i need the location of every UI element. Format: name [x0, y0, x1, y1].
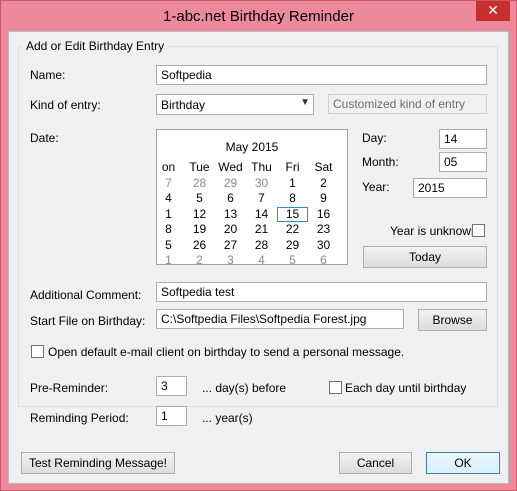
- calendar-day[interactable]: 5: [184, 191, 215, 207]
- calendar-day[interactable]: 4: [157, 191, 184, 207]
- year-unknown-checkbox[interactable]: [472, 224, 485, 237]
- pre-reminder-label: Pre-Reminder:: [30, 381, 109, 395]
- month-label: Month:: [362, 155, 399, 169]
- calendar-day[interactable]: 22: [277, 222, 308, 238]
- close-button[interactable]: ✕: [476, 1, 510, 21]
- app-window: 1-abc.net Birthday Reminder ✕ Add or Edi…: [0, 0, 517, 491]
- weekday-label: Wed: [218, 160, 243, 174]
- calendar-week: 8 19 20 21 22 23 24: [157, 222, 347, 238]
- calendar-day[interactable]: 7: [339, 253, 347, 264]
- pre-reminder-input[interactable]: 3: [156, 376, 187, 396]
- calendar-week: 7 28 29 30 1 2 3: [157, 176, 347, 192]
- comment-input[interactable]: Softpedia test: [156, 282, 487, 302]
- calendar-day[interactable]: 29: [277, 238, 308, 254]
- year-label: Year:: [362, 180, 390, 194]
- name-label: Name:: [30, 68, 66, 82]
- calendar-month-title[interactable]: May 2015: [157, 140, 347, 154]
- calendar-day[interactable]: 10: [339, 191, 347, 207]
- calendar-week: 1 12 13 14 15 16 17: [157, 206, 347, 223]
- period-input[interactable]: 1: [156, 406, 187, 426]
- weekday-label: Tue: [189, 160, 210, 174]
- period-label: Reminding Period:: [30, 411, 129, 425]
- calendar-day[interactable]: 19: [184, 222, 215, 238]
- kind-value: Birthday: [161, 98, 206, 112]
- calendar-day[interactable]: 4: [246, 253, 277, 264]
- calendar-day[interactable]: 3: [215, 253, 246, 264]
- start-file-input[interactable]: C:\Softpedia Files\Softpedia Forest.jpg: [156, 309, 404, 329]
- calendar-day[interactable]: 1: [277, 176, 308, 192]
- calendar-day[interactable]: 5: [157, 238, 184, 254]
- calendar-day-selected[interactable]: 14: [246, 207, 277, 223]
- start-file-label: Start File on Birthday:: [30, 314, 146, 328]
- weekday-label: on: [161, 160, 176, 174]
- month-input[interactable]: 05: [439, 152, 487, 172]
- calendar-day[interactable]: 30: [308, 238, 339, 254]
- calendar-day[interactable]: 17: [339, 207, 347, 223]
- window-title: 1-abc.net Birthday Reminder: [163, 8, 354, 25]
- calendar-week: 5 26 27 28 29 30 31: [157, 238, 347, 254]
- weekday-label: Su: [339, 160, 347, 176]
- calendar-day[interactable]: 6: [308, 253, 339, 264]
- test-reminder-button[interactable]: Test Reminding Message!: [21, 452, 175, 474]
- kind-label: Kind of entry:: [30, 98, 101, 112]
- calendar-day[interactable]: 28: [246, 238, 277, 254]
- calendar-day[interactable]: 2: [184, 253, 215, 264]
- day-label: Day:: [362, 131, 387, 145]
- calendar-day[interactable]: 6: [215, 191, 246, 207]
- calendar-day[interactable]: 31: [339, 238, 347, 254]
- calendar-day[interactable]: 12: [184, 207, 215, 223]
- period-unit: ... year(s): [202, 411, 253, 425]
- calendar-day[interactable]: 20: [215, 222, 246, 238]
- date-label: Date:: [30, 131, 59, 145]
- calendar-day[interactable]: 13: [215, 207, 246, 223]
- year-unknown-label: Year is unknown: [390, 224, 478, 238]
- kind-select[interactable]: Birthday ▼: [156, 94, 314, 115]
- custom-kind-input: Customized kind of entry: [328, 94, 487, 114]
- calendar-day[interactable]: 1: [157, 253, 184, 264]
- calendar-day[interactable]: 21: [246, 222, 277, 238]
- weekday-label: Thu: [251, 160, 272, 174]
- calendar-day[interactable]: 30: [246, 176, 277, 192]
- email-checkbox[interactable]: [31, 345, 44, 358]
- weekday-label: Fri: [285, 160, 300, 174]
- pre-reminder-unit: ... day(s) before: [202, 381, 287, 395]
- name-input[interactable]: Softpedia: [156, 65, 487, 85]
- calendar-week: 4 5 6 7 8 9 10: [157, 191, 347, 207]
- calendar-day[interactable]: 24: [339, 222, 347, 238]
- each-day-label: Each day until birthday: [345, 381, 467, 395]
- each-day-checkbox[interactable]: [329, 381, 342, 394]
- group-title: Add or Edit Birthday Entry: [22, 39, 169, 53]
- calendar-weekday-header: on Tue Wed Thu Fri Sat Su: [157, 160, 347, 176]
- browse-button[interactable]: Browse: [418, 309, 487, 331]
- title-bar[interactable]: 1-abc.net Birthday Reminder ✕: [1, 1, 516, 31]
- ok-button[interactable]: OK: [426, 452, 500, 474]
- calendar-day-today[interactable]: 15: [277, 206, 308, 222]
- dialog-body: Add or Edit Birthday Entry Name: Softped…: [8, 31, 509, 484]
- calendar-day[interactable]: 8: [277, 191, 308, 207]
- calendar-day[interactable]: 9: [308, 191, 339, 207]
- calendar-day[interactable]: 7: [157, 176, 184, 192]
- calendar-day[interactable]: 1: [157, 207, 184, 223]
- calendar-day[interactable]: 16: [308, 207, 339, 223]
- email-option-label: Open default e-mail client on birthday t…: [48, 345, 405, 359]
- calendar-day[interactable]: 26: [184, 238, 215, 254]
- weekday-label: Sat: [314, 160, 333, 174]
- calendar-week: 1 2 3 4 5 6 7: [157, 253, 347, 264]
- calendar-day[interactable]: 7: [246, 191, 277, 207]
- calendar-day[interactable]: 29: [215, 176, 246, 192]
- day-input[interactable]: 14: [439, 129, 487, 149]
- calendar-day[interactable]: 27: [215, 238, 246, 254]
- calendar-day[interactable]: 5: [277, 253, 308, 264]
- calendar-day[interactable]: 23: [308, 222, 339, 238]
- calendar-day[interactable]: 2: [308, 176, 339, 192]
- calendar-day[interactable]: 3: [339, 176, 347, 192]
- today-button[interactable]: Today: [363, 246, 487, 268]
- chevron-down-icon: ▼: [300, 97, 310, 108]
- year-input[interactable]: 2015: [413, 178, 487, 198]
- calendar[interactable]: May 2015 on Tue Wed Thu Fri Sat Su 7 28 …: [156, 129, 348, 265]
- calendar-day[interactable]: 8: [157, 222, 184, 238]
- comment-label: Additional Comment:: [30, 288, 142, 302]
- cancel-button[interactable]: Cancel: [339, 452, 412, 474]
- calendar-day[interactable]: 28: [184, 176, 215, 192]
